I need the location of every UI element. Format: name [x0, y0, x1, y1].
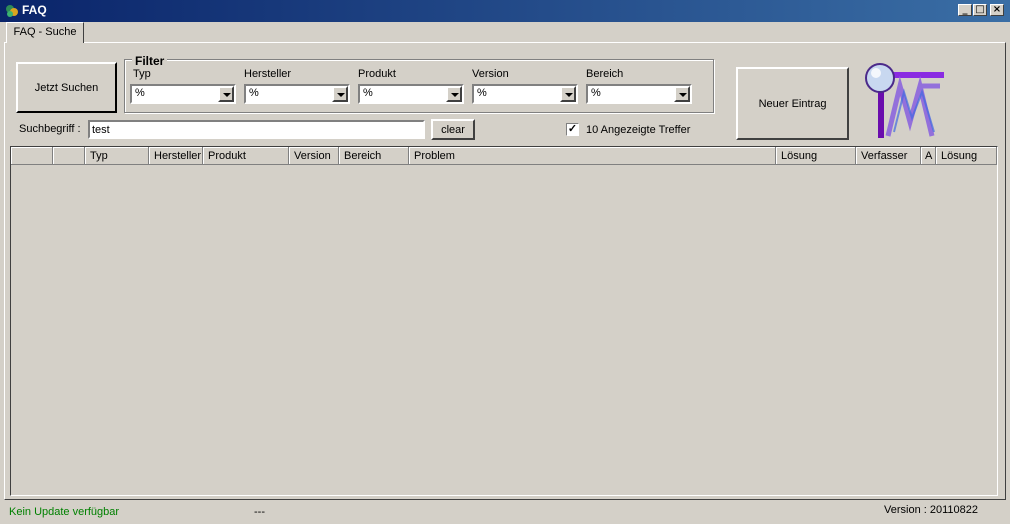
column-header-version[interactable]: Version — [289, 147, 339, 165]
column-header-produkt[interactable]: Produkt — [203, 147, 289, 165]
bereich-label: Bereich — [586, 68, 624, 80]
results-grid[interactable]: Typ Hersteller Produkt Version Bereich P… — [10, 146, 998, 496]
bereich-value: % — [591, 87, 601, 99]
hits-label: 10 Angezeigte Treffer — [586, 124, 691, 136]
produkt-label: Produkt — [358, 68, 396, 80]
chevron-down-icon[interactable] — [332, 86, 348, 102]
version-combo[interactable]: % — [472, 84, 578, 104]
faq-logo-icon — [865, 63, 944, 138]
chevron-down-icon[interactable] — [218, 86, 234, 102]
column-header-hersteller[interactable]: Hersteller — [149, 147, 203, 165]
version-value: % — [477, 87, 487, 99]
column-header-loesung-2[interactable]: Lösung — [936, 147, 997, 165]
search-now-button[interactable]: Jetzt Suchen — [16, 62, 117, 113]
new-entry-button[interactable]: Neuer Eintrag — [736, 67, 849, 140]
column-header-bereich[interactable]: Bereich — [339, 147, 409, 165]
maximize-button[interactable]: □ — [973, 4, 987, 16]
typ-label: Typ — [133, 68, 151, 80]
search-input-value: test — [92, 124, 110, 136]
column-header-typ[interactable]: Typ — [85, 147, 149, 165]
status-middle: --- — [254, 506, 265, 518]
column-header-problem[interactable]: Problem — [409, 147, 776, 165]
window-title: FAQ — [22, 3, 47, 17]
column-header[interactable] — [53, 147, 85, 165]
column-header-a[interactable]: A — [921, 147, 936, 165]
produkt-combo[interactable]: % — [358, 84, 464, 104]
title-bar — [0, 0, 1010, 22]
typ-combo[interactable]: % — [130, 84, 236, 104]
filter-legend: Filter — [132, 54, 168, 68]
app-icon — [6, 5, 18, 17]
hersteller-combo[interactable]: % — [244, 84, 350, 104]
column-header[interactable] — [11, 147, 53, 165]
grid-header: Typ Hersteller Produkt Version Bereich P… — [11, 147, 997, 165]
tab-faq-suche[interactable]: FAQ - Suche — [6, 22, 84, 43]
clear-button[interactable]: clear — [431, 119, 475, 140]
version-label: Version : 20110822 — [884, 504, 978, 516]
hersteller-label: Hersteller — [244, 68, 292, 80]
chevron-down-icon[interactable] — [560, 86, 576, 102]
hersteller-value: % — [249, 87, 259, 99]
search-term-label: Suchbegriff : — [19, 123, 81, 135]
typ-value: % — [135, 87, 145, 99]
column-header-loesung[interactable]: Lösung — [776, 147, 856, 165]
update-status: Kein Update verfügbar — [9, 506, 120, 518]
column-header-verfasser[interactable]: Verfasser — [856, 147, 921, 165]
hits-checkbox[interactable]: ✓ — [566, 123, 579, 136]
close-button[interactable]: × — [990, 4, 1004, 16]
bereich-combo[interactable]: % — [586, 84, 692, 104]
minimize-button[interactable]: _ — [958, 4, 972, 16]
version-label: Version — [472, 68, 509, 80]
search-input[interactable]: test — [88, 120, 425, 139]
chevron-down-icon[interactable] — [674, 86, 690, 102]
produkt-value: % — [363, 87, 373, 99]
chevron-down-icon[interactable] — [446, 86, 462, 102]
